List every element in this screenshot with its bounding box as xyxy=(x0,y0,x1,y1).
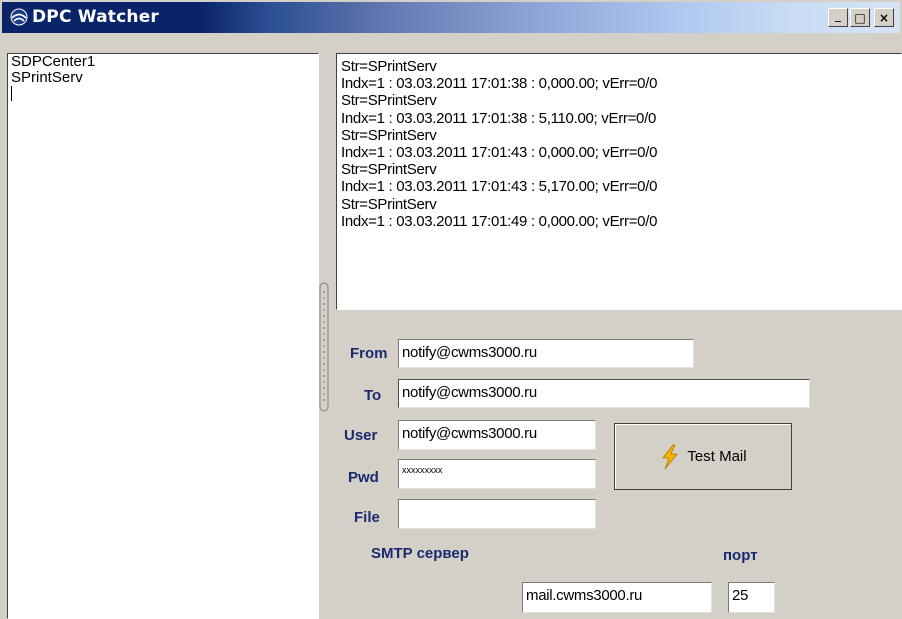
to-label: To xyxy=(364,387,382,404)
services-list[interactable]: SDPCenter1 SPrintServ xyxy=(7,53,319,619)
log-line: Str=SPrintServ xyxy=(341,195,437,213)
text-caret xyxy=(11,86,12,101)
file-field[interactable] xyxy=(398,499,596,529)
log-line: Str=SPrintServ xyxy=(341,161,437,179)
minimize-button[interactable]: _ xyxy=(828,8,848,27)
log-line: Str=SPrintServ xyxy=(341,58,437,75)
maximize-button[interactable]: □ xyxy=(850,8,870,27)
port-field[interactable]: 25 xyxy=(728,582,775,613)
from-label: From xyxy=(350,345,388,362)
minimize-icon: _ xyxy=(835,7,841,22)
test-mail-label: Test Mail xyxy=(687,448,747,465)
maximize-icon: □ xyxy=(854,10,866,25)
user-field[interactable]: notify@cwms3000.ru xyxy=(398,420,596,450)
smtp-label: SMTP сервер xyxy=(371,545,469,562)
app-icon xyxy=(10,8,28,26)
pwd-label: Pwd xyxy=(348,469,379,486)
log-output[interactable]: Str=SPrintServ Indx=1 : 03.03.2011 17:01… xyxy=(336,53,902,310)
log-line: Indx=1 : 03.03.2011 17:01:43 : 5,170.00;… xyxy=(341,178,658,196)
from-field[interactable]: notify@cwms3000.ru xyxy=(398,339,694,368)
splitter-handle[interactable] xyxy=(319,282,331,412)
title-bar[interactable]: DPC Watcher _ □ × xyxy=(2,2,900,33)
list-item[interactable]: SPrintServ xyxy=(8,70,318,86)
port-label: порт xyxy=(723,547,758,564)
log-line: Indx=1 : 03.03.2011 17:01:38 : 0,000.00;… xyxy=(341,75,658,93)
test-mail-button[interactable]: Test Mail xyxy=(614,423,792,490)
app-window: DPC Watcher _ □ × SDPCenter1 SPrintServ … xyxy=(0,0,902,619)
log-line: Indx=1 : 03.03.2011 17:01:43 : 0,000.00;… xyxy=(341,144,658,162)
smtp-server-field[interactable]: mail.cwms3000.ru xyxy=(522,582,712,613)
password-field[interactable]: xxxxxxxxx xyxy=(398,459,596,489)
log-line: Indx=1 : 03.03.2011 17:01:38 : 5,110.00;… xyxy=(341,109,656,127)
close-button[interactable]: × xyxy=(874,8,894,27)
close-icon: × xyxy=(878,10,890,25)
file-label: File xyxy=(354,509,380,526)
user-label: User xyxy=(344,427,378,444)
log-line: Indx=1 : 03.03.2011 17:01:49 : 0,000.00;… xyxy=(341,212,658,230)
to-field[interactable]: notify@cwms3000.ru xyxy=(398,379,810,408)
window-title: DPC Watcher xyxy=(32,7,160,27)
log-line: Str=SPrintServ xyxy=(341,126,437,144)
list-item[interactable]: SDPCenter1 xyxy=(8,54,318,70)
lightning-icon xyxy=(662,444,679,469)
log-line: Str=SPrintServ xyxy=(341,92,437,110)
